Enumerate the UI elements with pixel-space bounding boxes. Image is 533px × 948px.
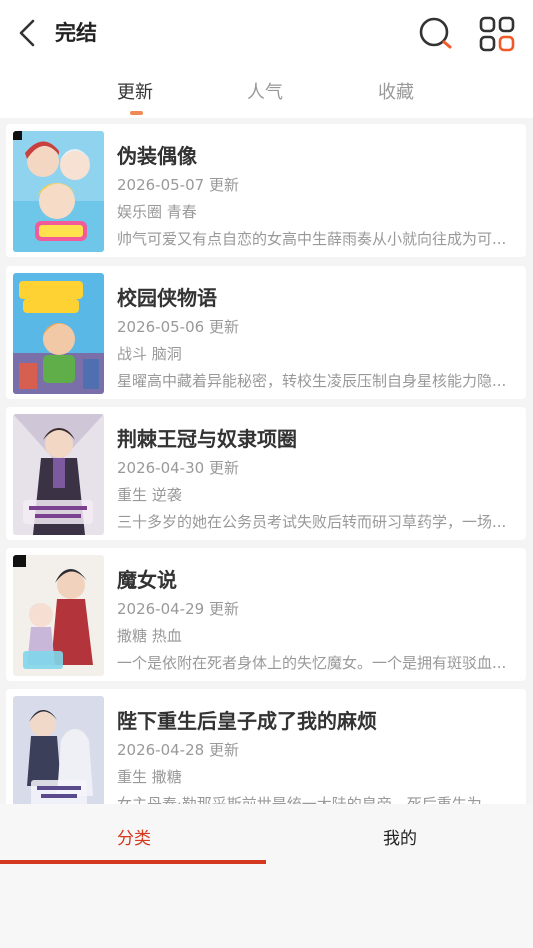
grid-icon[interactable] (478, 15, 516, 53)
tab-indicator (130, 111, 143, 115)
comic-cover (13, 273, 104, 394)
sort-tabs: 更新 人气 收藏 (0, 66, 533, 118)
comic-description: 女主丹泰·勒那采斯前世是统一大陆的皇帝，死后重生为... (117, 795, 497, 804)
comic-cover (13, 414, 104, 535)
comic-tags: 重生 逆袭 (117, 486, 182, 504)
comic-title: 伪装偶像 (117, 144, 197, 168)
tab-popularity[interactable]: 人气 (247, 78, 283, 104)
comic-tags: 娱乐圈 青春 (117, 203, 197, 221)
comic-update-date: 2026-04-29 更新 (117, 600, 239, 618)
comic-update-date: 2026-05-06 更新 (117, 318, 239, 336)
comic-card[interactable]: 陛下重生后皇子成了我的麻烦 2026-04-28 更新 重生 撒糖 女主丹泰·勒… (6, 689, 526, 804)
tab-favorites[interactable]: 收藏 (378, 78, 414, 104)
comic-update-date: 2026-04-28 更新 (117, 741, 239, 759)
comic-tags: 撒糖 热血 (117, 627, 182, 645)
comic-cover (13, 131, 104, 252)
comic-description: 三十多岁的她在公务员考试失败后转而研习草药学，一场... (117, 513, 507, 531)
comic-card[interactable]: 校园侠物语 2026-05-06 更新 战斗 脑洞 星曜高中藏着异能秘密，转校生… (6, 266, 526, 399)
nav-active-indicator (0, 860, 266, 864)
page-title: 完结 (55, 21, 97, 45)
comic-update-date: 2026-04-30 更新 (117, 459, 239, 477)
comic-title: 荆棘王冠与奴隶项圈 (117, 427, 297, 451)
comic-cover (13, 555, 104, 676)
comic-card[interactable]: 荆棘王冠与奴隶项圈 2026-04-30 更新 重生 逆袭 三十多岁的她在公务员… (6, 407, 526, 540)
comic-list[interactable]: 伪装偶像 2026-05-07 更新 娱乐圈 青春 帅气可爱又有点自恋的女高中生… (0, 118, 533, 804)
comic-title: 魔女说 (117, 568, 177, 592)
comic-update-date: 2026-05-07 更新 (117, 176, 239, 194)
chevron-left-icon[interactable] (14, 16, 42, 50)
comic-description: 星曜高中藏着异能秘密，转校生凌辰压制自身星核能力隐... (117, 372, 507, 390)
search-icon[interactable] (418, 16, 454, 52)
nav-mine[interactable]: 我的 (383, 824, 417, 849)
comic-description: 帅气可爱又有点自恋的女高中生薛雨奏从小就向往成为可... (117, 230, 507, 248)
comic-tags: 重生 撒糖 (117, 768, 182, 786)
top-bar: 完结 (0, 0, 533, 66)
nav-category[interactable]: 分类 (117, 824, 151, 849)
comic-card[interactable]: 魔女说 2026-04-29 更新 撒糖 热血 一个是依附在死者身体上的失忆魔女… (6, 548, 526, 681)
comic-cover (13, 696, 104, 804)
comic-title: 校园侠物语 (117, 286, 217, 310)
comic-title: 陛下重生后皇子成了我的麻烦 (117, 709, 377, 733)
comic-tags: 战斗 脑洞 (117, 345, 182, 363)
bottom-nav: 分类 我的 (0, 804, 533, 948)
comic-description: 一个是依附在死者身体上的失忆魔女。一个是拥有斑驳血... (117, 654, 507, 672)
tab-update[interactable]: 更新 (117, 78, 153, 104)
comic-card[interactable]: 伪装偶像 2026-05-07 更新 娱乐圈 青春 帅气可爱又有点自恋的女高中生… (6, 124, 526, 257)
